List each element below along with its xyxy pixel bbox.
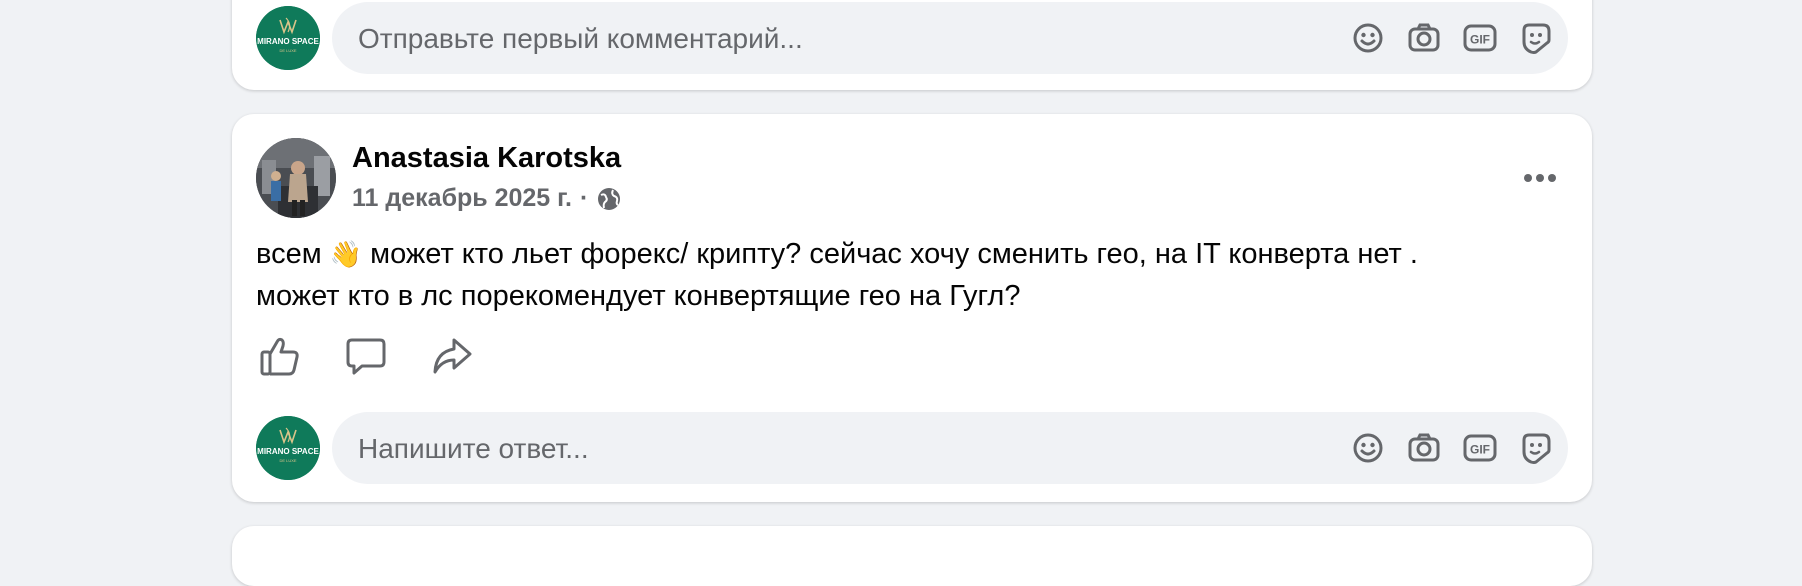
reply-box[interactable]: GIF bbox=[332, 412, 1568, 486]
camera-icon[interactable] bbox=[1406, 430, 1442, 466]
current-user-avatar[interactable]: MIRANO SPACE DE LUXE bbox=[256, 6, 320, 70]
author-avatar[interactable] bbox=[256, 138, 336, 218]
first-comment-box[interactable]: GIF bbox=[332, 2, 1568, 76]
brand-sub: DE LUXE bbox=[279, 48, 296, 53]
gif-icon[interactable]: GIF bbox=[1462, 430, 1498, 466]
dot-icon bbox=[1548, 174, 1556, 182]
like-icon[interactable] bbox=[258, 334, 302, 378]
composer-icons: GIF bbox=[1350, 20, 1554, 56]
more-options-button[interactable] bbox=[1520, 158, 1560, 198]
share-icon[interactable] bbox=[430, 334, 474, 378]
emoji-icon[interactable] bbox=[1350, 430, 1386, 466]
post-text-line-2: может кто в лс порекомендует конвертящие… bbox=[256, 280, 1021, 312]
post-date[interactable]: 11 декабрь 2025 г. bbox=[352, 184, 572, 213]
dot-icon bbox=[1536, 174, 1544, 182]
current-user-avatar[interactable]: MIRANO SPACE DE LUXE bbox=[256, 416, 320, 480]
brand-sub: DE LUXE bbox=[279, 458, 296, 463]
gif-icon[interactable]: GIF bbox=[1462, 20, 1498, 56]
dot-icon bbox=[1524, 174, 1532, 182]
post-card: Anastasia Karotska 11 декабрь 2025 г. · … bbox=[232, 114, 1592, 502]
reply-input[interactable] bbox=[356, 412, 1260, 486]
post-actions bbox=[258, 334, 474, 378]
previous-post-card: MIRANO SPACE DE LUXE GIF bbox=[232, 0, 1592, 90]
comment-icon[interactable] bbox=[344, 334, 388, 378]
author-name[interactable]: Anastasia Karotska bbox=[352, 142, 621, 175]
emoji-icon[interactable] bbox=[1350, 20, 1386, 56]
brand-name: MIRANO SPACE bbox=[257, 37, 319, 46]
sticker-icon[interactable] bbox=[1518, 430, 1554, 466]
composer-icons: GIF bbox=[1350, 430, 1554, 466]
brand-name: MIRANO SPACE bbox=[257, 447, 319, 456]
next-post-card bbox=[232, 526, 1592, 586]
meta-separator: · bbox=[580, 184, 589, 212]
waving-hand-emoji: 👋 bbox=[329, 240, 363, 270]
post-text-line-1: всем 👋 может кто льет форекс/ крипту? се… bbox=[256, 238, 1418, 270]
svg-text:GIF: GIF bbox=[1470, 33, 1490, 47]
post-meta: 11 декабрь 2025 г. · bbox=[352, 184, 622, 213]
globe-icon[interactable] bbox=[596, 186, 622, 212]
sticker-icon[interactable] bbox=[1518, 20, 1554, 56]
svg-text:GIF: GIF bbox=[1470, 443, 1490, 457]
camera-icon[interactable] bbox=[1406, 20, 1442, 56]
post-text: всем 👋 может кто льет форекс/ крипту? се… bbox=[256, 234, 1556, 317]
first-comment-input[interactable] bbox=[356, 2, 1260, 76]
